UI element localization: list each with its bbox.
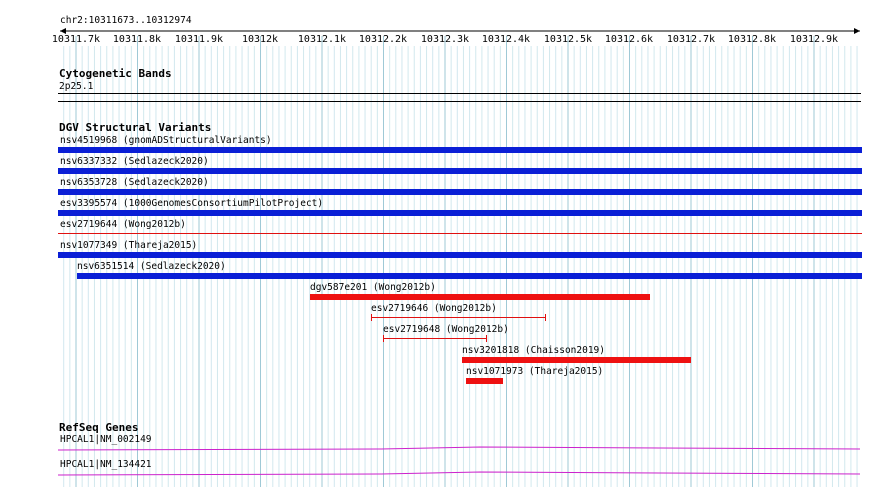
- interval-cap: [545, 314, 546, 321]
- feature-label: esv3395574 (1000GenomesConsortiumPilotPr…: [60, 198, 324, 209]
- ruler-tick: 10312.2k: [358, 34, 408, 45]
- feature-label: nsv6351514 (Sedlazeck2020): [77, 261, 226, 272]
- ruler-tick: 10312.7k: [666, 34, 716, 45]
- arrow-right-icon: [854, 28, 860, 34]
- ruler-tick: 10311.7k: [51, 34, 101, 45]
- variant-line-esv2719648[interactable]: [383, 338, 487, 339]
- variant-line-esv2719646[interactable]: [371, 317, 546, 318]
- ruler-tick: 10312.5k: [543, 34, 593, 45]
- variant-bar-nsv6353728[interactable]: [58, 189, 862, 195]
- variant-bar-nsv3201818[interactable]: [462, 357, 691, 363]
- cytoband-label: 2p25.1: [59, 81, 94, 92]
- interval-cap: [371, 314, 372, 321]
- cytoband-line-bottom[interactable]: [58, 101, 861, 102]
- variant-line-esv2719644[interactable]: [58, 233, 862, 234]
- interval-cap: [383, 335, 384, 342]
- variant-bar-nsv1077349[interactable]: [58, 252, 862, 258]
- track-title-refseq[interactable]: RefSeq Genes: [59, 421, 138, 434]
- ruler-tick: 10312.8k: [727, 34, 777, 45]
- cytoband-line-top[interactable]: [58, 93, 861, 94]
- variant-bar-nsv4519968[interactable]: [58, 147, 862, 153]
- track-title-dgv[interactable]: DGV Structural Variants: [59, 121, 211, 134]
- feature-label: nsv1071973 (Thareja2015): [466, 366, 604, 377]
- variant-bar-dgv587e201[interactable]: [310, 294, 650, 300]
- feature-label: nsv6337332 (Sedlazeck2020): [60, 156, 209, 167]
- gene-track-nm134421[interactable]: [0, 465, 890, 485]
- feature-label: esv2719644 (Wong2012b): [60, 219, 186, 230]
- feature-label: nsv1077349 (Thareja2015): [60, 240, 198, 251]
- ruler-tick: 10312.9k: [789, 34, 839, 45]
- ruler-tick: 10312.6k: [604, 34, 654, 45]
- feature-label: dgv587e201 (Wong2012b): [310, 282, 436, 293]
- ruler-tick: 10312.1k: [297, 34, 347, 45]
- ruler-tick: 10311.8k: [112, 34, 162, 45]
- track-title-cytobands[interactable]: Cytogenetic Bands: [59, 67, 172, 80]
- feature-label: nsv6353728 (Sedlazeck2020): [60, 177, 209, 188]
- gene-track-nm002149[interactable]: [0, 440, 890, 460]
- feature-label: esv2719646 (Wong2012b): [371, 303, 497, 314]
- variant-bar-nsv1071973[interactable]: [466, 378, 503, 384]
- interval-cap: [486, 335, 487, 342]
- feature-label: nsv4519968 (gnomADStructuralVariants): [60, 135, 272, 146]
- ruler-tick: 10312.3k: [420, 34, 470, 45]
- variant-bar-esv3395574[interactable]: [58, 210, 862, 216]
- ruler-tick: 10312.4k: [481, 34, 531, 45]
- feature-label: nsv3201818 (Chaisson2019): [462, 345, 605, 356]
- variant-bar-nsv6337332[interactable]: [58, 168, 862, 174]
- ruler-tick: 10311.9k: [174, 34, 224, 45]
- feature-label: esv2719648 (Wong2012b): [383, 324, 509, 335]
- ruler-tick: 10312k: [241, 34, 279, 45]
- variant-bar-nsv6351514[interactable]: [77, 273, 862, 279]
